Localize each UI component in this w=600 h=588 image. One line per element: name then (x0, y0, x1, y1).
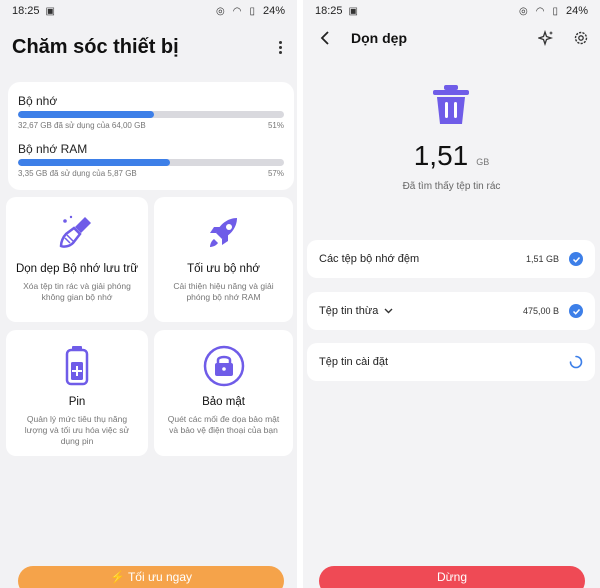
page-title: Dọn dẹp (351, 30, 407, 46)
storage-bar-fill (18, 111, 154, 118)
tile-desc: Cải thiện hiệu năng và giải phóng bộ nhớ… (173, 281, 274, 302)
auto-clean-button[interactable] (536, 28, 556, 48)
security-tile[interactable]: Bảo mật Quét các mối đe dọa bảo mật và b… (154, 330, 293, 456)
residual-files-row[interactable]: Tệp tin thừa 475,00 B (307, 292, 595, 330)
status-bar: 18:25 ▣ ◎ ◠ ▯ 24% (303, 0, 600, 22)
battery-percent: 24% (262, 5, 285, 17)
alarm-icon: ◎ (215, 5, 225, 17)
ram-meter: Bộ nhớ RAM 3,35 GB đã sử dụng của 5,87 G… (18, 142, 284, 178)
chevron-left-icon (320, 31, 329, 45)
battery-status-icon: ▯ (552, 5, 558, 17)
tile-desc: Xóa tệp tin rác và giải phóng không gian… (23, 281, 131, 302)
storage-bar (18, 111, 284, 118)
status-time: 18:25 (12, 5, 40, 17)
lightning-icon: ⚡ (109, 570, 125, 584)
broom-icon (59, 215, 91, 248)
junk-size-value: 1,51 (413, 140, 469, 171)
battery-status-icon: ▯ (249, 5, 255, 17)
junk-found-caption: Đã tìm thấy tệp tin rác (402, 181, 501, 192)
tile-title: Tối ưu bộ nhớ (187, 263, 260, 275)
image-notification-icon: ▣ (348, 5, 358, 17)
tile-desc: Quản lý mức tiêu thụ năng lượng và tối ư… (24, 414, 130, 446)
battery-percent: 24% (565, 5, 588, 17)
row-label: Tệp tin thừa (319, 305, 379, 317)
checkmark-icon[interactable] (569, 252, 583, 266)
ram-usage: 3,35 GB đã sử dụng của 5,87 GB (18, 169, 137, 178)
back-button[interactable] (315, 28, 335, 48)
status-time: 18:25 (315, 5, 343, 17)
battery-tile[interactable]: Pin Quản lý mức tiêu thụ năng lượng và t… (6, 330, 148, 456)
ram-percent: 57% (267, 169, 284, 178)
gear-icon (574, 31, 588, 45)
row-label: Các tệp bộ nhớ đệm (319, 253, 420, 265)
trash-icon (433, 85, 469, 124)
tile-desc: Quét các mối đe dọa bảo mật và bảo vệ đi… (167, 414, 280, 435)
stop-button-label: Dừng (436, 570, 468, 584)
storage-meter: Bộ nhớ 32,67 GB đã sử dụng của 64,00 GB … (18, 94, 284, 130)
wifi-icon: ◠ (535, 5, 545, 17)
ram-label: Bộ nhớ RAM (18, 142, 88, 156)
tile-title: Pin (68, 396, 86, 408)
cleanup-screen: 18:25 ▣ ◎ ◠ ▯ 24% Dọn dẹp 1,51 GB Đã tìm… (303, 0, 600, 588)
optimize-now-button[interactable]: ⚡ Tối ưu ngay (18, 566, 284, 588)
lock-icon (203, 345, 244, 387)
loading-spinner-icon (569, 355, 583, 369)
wifi-icon: ◠ (232, 5, 242, 17)
row-label: Tệp tin cài đặt (319, 356, 389, 368)
junk-size-unit: GB (476, 157, 490, 167)
storage-percent: 51% (267, 121, 284, 130)
cache-files-row[interactable]: Các tệp bộ nhớ đệm 1,51 GB (307, 240, 595, 278)
chevron-down-icon[interactable] (384, 306, 393, 316)
ram-bar-fill (18, 159, 170, 166)
tile-title: Bảo mật (202, 396, 245, 408)
alarm-icon: ◎ (518, 5, 528, 17)
row-size: 1,51 GB (525, 254, 559, 264)
row-size: 475,00 B (522, 306, 559, 316)
storage-label: Bộ nhớ (18, 94, 58, 108)
tile-title: Dọn dẹp Bộ nhớ lưu trữ (15, 263, 139, 275)
storage-usage: 32,67 GB đã sử dụng của 64,00 GB (18, 121, 146, 130)
memory-card[interactable]: Bộ nhớ 32,67 GB đã sử dụng của 64,00 GB … (8, 82, 294, 190)
device-care-screen: 18:25 ▣ ◎ ◠ ▯ 24% Chăm sóc thiết bị Bộ n… (0, 0, 297, 588)
stop-button[interactable]: Dừng (319, 566, 585, 588)
page-title: Chăm sóc thiết bị (12, 36, 179, 58)
junk-size: 1,51 GB (303, 140, 600, 172)
storage-cleanup-tile[interactable]: Dọn dẹp Bộ nhớ lưu trữ Xóa tệp tin rác v… (6, 197, 148, 322)
battery-icon (65, 346, 89, 386)
checkmark-icon[interactable] (569, 304, 583, 318)
image-notification-icon: ▣ (45, 5, 55, 17)
memory-optimize-tile[interactable]: Tối ưu bộ nhớ Cải thiện hiệu năng và giả… (154, 197, 293, 322)
rocket-icon (209, 218, 237, 247)
more-options-icon[interactable] (273, 37, 287, 59)
optimize-button-label: Tối ưu ngay (127, 570, 193, 584)
settings-button[interactable] (571, 28, 591, 48)
status-bar: 18:25 ▣ ◎ ◠ ▯ 24% (0, 0, 297, 22)
install-files-row[interactable]: Tệp tin cài đặt (307, 343, 595, 381)
sparkle-icon (538, 30, 554, 46)
ram-bar (18, 159, 284, 166)
